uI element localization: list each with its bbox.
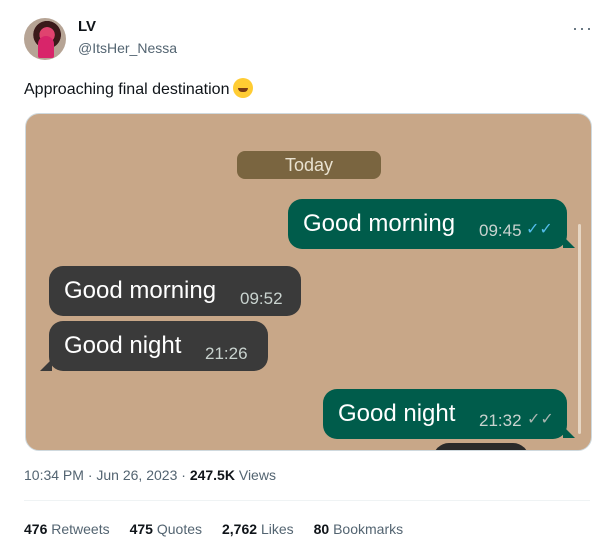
bookmarks-count: 80 [313,521,330,537]
retweets-label: Retweets [51,521,110,537]
views-label: Views [238,467,276,483]
quotes-count: 475 [129,521,153,537]
message-bubble-incoming: Good morning 09:52 [49,266,301,316]
message-text: Good morning [64,277,217,304]
views-count: 247.5K [189,467,235,483]
meta-separator: · [87,467,93,483]
message-time: 09:45 [479,221,522,240]
tweet: LV @ItsHer_Nessa ··· Approaching final d… [0,0,613,550]
message-bubble-outgoing: Good night 21:32 ✓✓ [323,389,567,439]
bookmarks-label: Bookmarks [333,521,404,537]
partial-avatar-image [433,443,529,450]
message-bubble-incoming: Good night 21:26 [49,321,268,371]
bubble-tail [40,359,52,371]
avatar[interactable] [24,18,66,60]
likes-count: 2,762 [222,521,258,537]
day-separator: Today [237,151,381,179]
meta-separator: · [181,467,186,483]
tweet-text: Approaching final destination [24,78,254,99]
tweet-meta: 10:34 PM · Jun 26, 2023 · 247.5K Views [24,467,276,483]
divider [24,500,590,501]
quotes-label: Quotes [156,521,202,537]
likes-stat[interactable]: 2,762 Likes [222,521,294,537]
more-options-icon[interactable]: ··· [572,18,593,39]
rolling-on-floor-laughing-emoji-icon [233,78,254,98]
tweet-text-content: Approaching final destination [24,81,230,98]
bubble-tail [563,236,575,248]
retweets-count: 476 [24,521,48,537]
likes-label: Likes [260,521,294,537]
message-text: Good night [338,400,456,427]
retweets-stat[interactable]: 476 Retweets [24,521,110,537]
message-time: 21:32 [479,411,522,430]
engagement-stats: 476 Retweets 475 Quotes 2,762 Likes 80 B… [24,521,403,537]
message-bubble-outgoing: Good morning 09:45 ✓✓ [288,199,567,249]
author-handle[interactable]: @ItsHer_Nessa [78,40,177,56]
message-text: Good night [64,332,182,359]
message-time: 21:26 [205,344,248,363]
message-time: 09:52 [240,289,283,308]
tweet-media-image[interactable]: Today Good morning 09:45 ✓✓ Good morning… [25,113,592,451]
bookmarks-stat[interactable]: 80 Bookmarks [314,521,404,537]
bubble-tail [563,426,575,438]
author-name[interactable]: LV [78,18,96,35]
quotes-stat[interactable]: 475 Quotes [130,521,202,537]
tweet-time[interactable]: 10:34 PM [24,467,84,483]
delivered-checkmark-icon: ✓✓ [527,411,554,428]
message-text: Good morning [303,210,456,237]
read-checkmark-icon: ✓✓ [526,221,553,238]
tweet-date[interactable]: Jun 26, 2023 [96,467,177,483]
scrollbar [578,224,581,434]
